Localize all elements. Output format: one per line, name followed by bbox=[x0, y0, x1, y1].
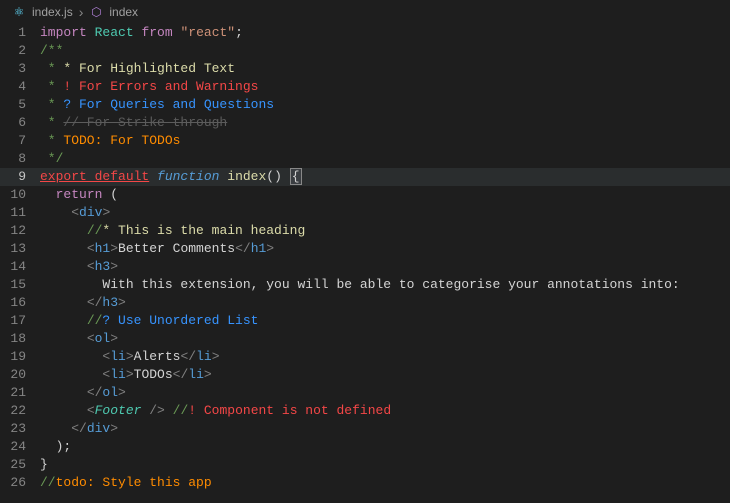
line-content[interactable]: * // For Strike-through bbox=[40, 114, 730, 132]
line-content[interactable]: </h3> bbox=[40, 294, 730, 312]
line-content[interactable]: ); bbox=[40, 438, 730, 456]
line-content[interactable]: return ( bbox=[40, 186, 730, 204]
line-content[interactable]: </ol> bbox=[40, 384, 730, 402]
code-line[interactable]: 23 </div> bbox=[0, 420, 730, 438]
line-content[interactable]: <li>TODOs</li> bbox=[40, 366, 730, 384]
code-line[interactable]: 21 </ol> bbox=[0, 384, 730, 402]
line-number: 19 bbox=[0, 348, 40, 366]
line-number: 6 bbox=[0, 114, 40, 132]
line-number: 8 bbox=[0, 150, 40, 168]
line-number: 24 bbox=[0, 438, 40, 456]
breadcrumb-symbol[interactable]: index bbox=[109, 5, 138, 19]
code-line[interactable]: 19 <li>Alerts</li> bbox=[0, 348, 730, 366]
code-line[interactable]: 3 * * For Highlighted Text bbox=[0, 60, 730, 78]
line-content[interactable]: * ? For Queries and Questions bbox=[40, 96, 730, 114]
code-line[interactable]: 20 <li>TODOs</li> bbox=[0, 366, 730, 384]
code-line[interactable]: 1import React from "react"; bbox=[0, 24, 730, 42]
code-line[interactable]: 2/** bbox=[0, 42, 730, 60]
line-number: 18 bbox=[0, 330, 40, 348]
line-content[interactable]: */ bbox=[40, 150, 730, 168]
line-number: 3 bbox=[0, 60, 40, 78]
code-line[interactable]: 7 * TODO: For TODOs bbox=[0, 132, 730, 150]
line-number: 25 bbox=[0, 456, 40, 474]
breadcrumb-file[interactable]: index.js bbox=[32, 5, 73, 19]
line-content[interactable]: //* This is the main heading bbox=[40, 222, 730, 240]
line-number: 5 bbox=[0, 96, 40, 114]
line-content[interactable]: </div> bbox=[40, 420, 730, 438]
line-number: 2 bbox=[0, 42, 40, 60]
line-number: 22 bbox=[0, 402, 40, 420]
line-number: 14 bbox=[0, 258, 40, 276]
line-number: 7 bbox=[0, 132, 40, 150]
line-number: 16 bbox=[0, 294, 40, 312]
code-line[interactable]: 10 return ( bbox=[0, 186, 730, 204]
code-line[interactable]: 18 <ol> bbox=[0, 330, 730, 348]
line-content[interactable]: * ! For Errors and Warnings bbox=[40, 78, 730, 96]
line-content[interactable]: <Footer /> //! Component is not defined bbox=[40, 402, 730, 420]
code-line[interactable]: 25} bbox=[0, 456, 730, 474]
line-number: 10 bbox=[0, 186, 40, 204]
line-content[interactable]: * TODO: For TODOs bbox=[40, 132, 730, 150]
code-line[interactable]: 8 */ bbox=[0, 150, 730, 168]
code-line[interactable]: 14 <h3> bbox=[0, 258, 730, 276]
line-content[interactable]: <h1>Better Comments</h1> bbox=[40, 240, 730, 258]
code-line[interactable]: 15 With this extension, you will be able… bbox=[0, 276, 730, 294]
code-line[interactable]: 4 * ! For Errors and Warnings bbox=[0, 78, 730, 96]
line-content[interactable]: import React from "react"; bbox=[40, 24, 730, 42]
line-number: 20 bbox=[0, 366, 40, 384]
line-content[interactable]: <h3> bbox=[40, 258, 730, 276]
line-content[interactable]: export default function index() { bbox=[40, 168, 730, 186]
line-content[interactable]: <ol> bbox=[40, 330, 730, 348]
code-line[interactable]: 12 //* This is the main heading bbox=[0, 222, 730, 240]
code-line[interactable]: 22 <Footer /> //! Component is not defin… bbox=[0, 402, 730, 420]
line-content[interactable]: <li>Alerts</li> bbox=[40, 348, 730, 366]
code-line[interactable]: 5 * ? For Queries and Questions bbox=[0, 96, 730, 114]
line-number: 12 bbox=[0, 222, 40, 240]
line-content[interactable]: * * For Highlighted Text bbox=[40, 60, 730, 78]
react-icon: ⚛ bbox=[12, 5, 26, 19]
code-editor[interactable]: 1import React from "react";2/**3 * * For… bbox=[0, 24, 730, 492]
line-number: 11 bbox=[0, 204, 40, 222]
cube-icon: ⬡ bbox=[89, 5, 103, 19]
line-number: 21 bbox=[0, 384, 40, 402]
line-content[interactable]: <div> bbox=[40, 204, 730, 222]
line-content[interactable]: //? Use Unordered List bbox=[40, 312, 730, 330]
line-number: 13 bbox=[0, 240, 40, 258]
line-content[interactable]: /** bbox=[40, 42, 730, 60]
line-number: 4 bbox=[0, 78, 40, 96]
line-number: 1 bbox=[0, 24, 40, 42]
code-line[interactable]: 16 </h3> bbox=[0, 294, 730, 312]
line-content[interactable]: With this extension, you will be able to… bbox=[40, 276, 730, 294]
line-content[interactable]: } bbox=[40, 456, 730, 474]
line-number: 17 bbox=[0, 312, 40, 330]
line-number: 26 bbox=[0, 474, 40, 492]
line-number: 15 bbox=[0, 276, 40, 294]
line-number: 9 bbox=[0, 168, 40, 186]
breadcrumb[interactable]: ⚛ index.js ⬡ index bbox=[0, 0, 730, 24]
code-line[interactable]: 13 <h1>Better Comments</h1> bbox=[0, 240, 730, 258]
code-line[interactable]: 24 ); bbox=[0, 438, 730, 456]
code-line[interactable]: 9export default function index() { bbox=[0, 168, 730, 186]
line-number: 23 bbox=[0, 420, 40, 438]
chevron-right-icon bbox=[79, 4, 84, 20]
line-content[interactable]: //todo: Style this app bbox=[40, 474, 730, 492]
code-line[interactable]: 11 <div> bbox=[0, 204, 730, 222]
code-line[interactable]: 26//todo: Style this app bbox=[0, 474, 730, 492]
code-line[interactable]: 17 //? Use Unordered List bbox=[0, 312, 730, 330]
code-line[interactable]: 6 * // For Strike-through bbox=[0, 114, 730, 132]
